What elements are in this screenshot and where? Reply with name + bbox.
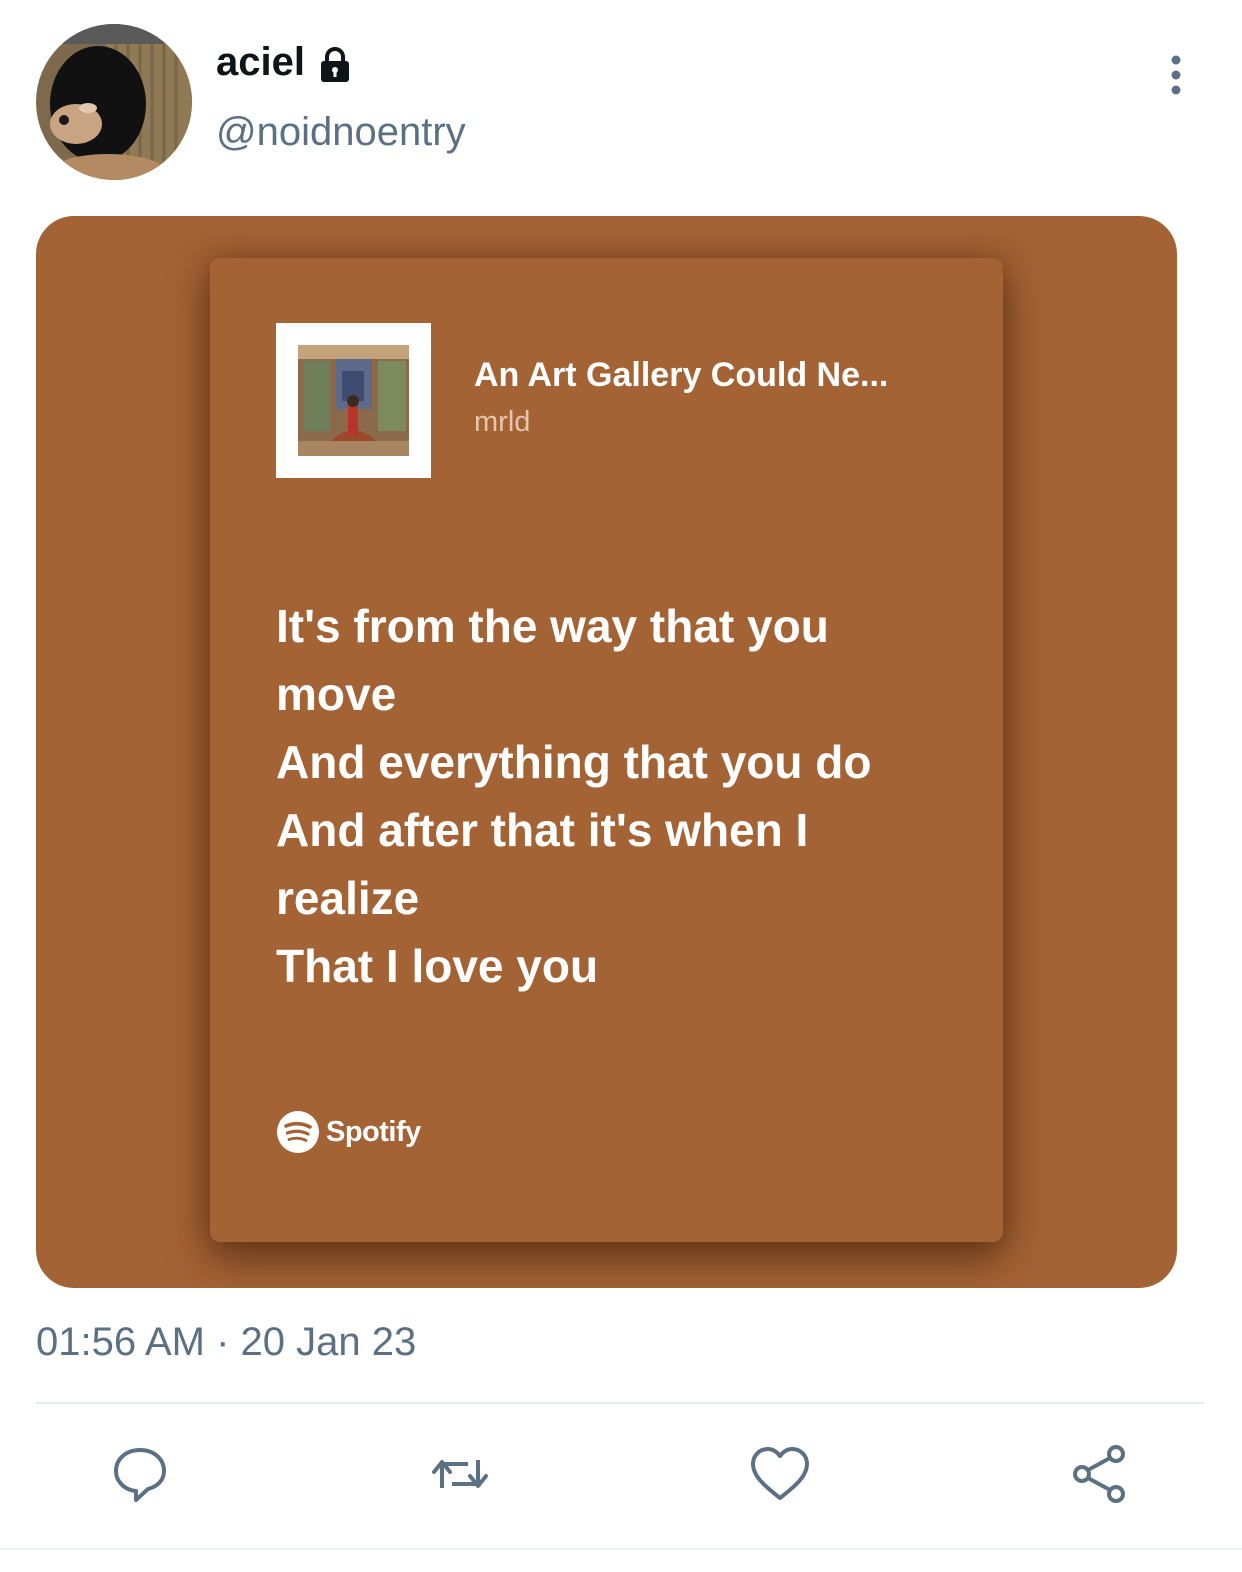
album-cover <box>276 323 431 478</box>
lock-icon <box>315 45 355 85</box>
retweet-icon <box>432 1460 488 1488</box>
lyric-line: That I love you <box>276 940 599 992</box>
reply-icon <box>114 1448 166 1502</box>
lyric-line: And everything that you do <box>276 736 872 788</box>
user-handle[interactable]: @noidnoentry <box>216 110 466 155</box>
tweet-media[interactable]: An Art Gallery Could Ne... mrld It's fro… <box>36 216 1177 1288</box>
lyric-line: realize <box>276 872 420 924</box>
song-artist: mrld <box>474 406 531 438</box>
like-button[interactable] <box>748 1442 812 1506</box>
lyric-line: It's from the way that you <box>276 600 829 652</box>
lyric-line: And after that it's when I <box>276 804 809 856</box>
retweet-button[interactable] <box>428 1442 492 1506</box>
avatar[interactable] <box>36 24 192 180</box>
display-name[interactable]: aciel <box>216 40 305 85</box>
bottom-divider <box>0 1548 1242 1550</box>
share-icon <box>1073 1445 1125 1503</box>
spotify-lyrics-card: An Art Gallery Could Ne... mrld It's fro… <box>210 258 1003 1242</box>
spotify-brand: Spotify <box>276 1110 421 1154</box>
lyric-line: move <box>276 668 397 720</box>
tweet-timestamp[interactable]: 01:56 AM · 20 Jan 23 <box>36 1320 416 1365</box>
heart-icon <box>751 1447 809 1500</box>
song-title: An Art Gallery Could Ne... <box>474 356 889 394</box>
avatar-image <box>36 24 192 180</box>
lyrics: It's from the way that you move And ever… <box>276 592 976 1000</box>
share-button[interactable] <box>1068 1442 1132 1506</box>
divider <box>36 1402 1204 1404</box>
spotify-icon <box>277 1111 319 1153</box>
spotify-wordmark: Spotify <box>326 1115 421 1148</box>
more-vertical-icon[interactable] <box>1158 54 1194 98</box>
display-name-row: aciel <box>216 40 355 85</box>
reply-button[interactable] <box>108 1442 172 1506</box>
